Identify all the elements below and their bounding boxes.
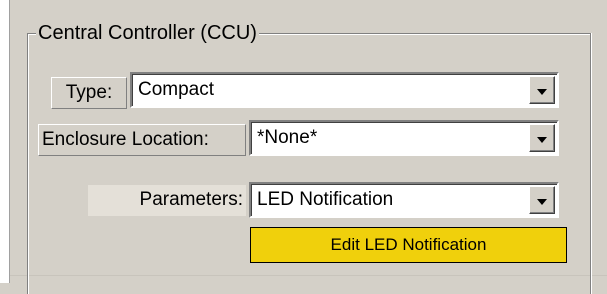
enclosure-location-label: Enclosure Location: — [38, 124, 246, 156]
left-panel-edge — [0, 0, 9, 283]
enclosure-location-combobox[interactable]: *None* — [249, 120, 559, 156]
chevron-down-icon — [537, 199, 547, 205]
chevron-down-icon — [537, 137, 547, 143]
edit-led-notification-button[interactable]: Edit LED Notification — [250, 227, 567, 263]
type-combobox[interactable]: Compact — [130, 72, 559, 108]
parameters-label-text: Parameters: — [139, 189, 243, 210]
type-combobox-value: Compact — [138, 79, 215, 100]
type-dropdown-button[interactable] — [529, 76, 555, 104]
parameters-combobox-value: LED Notification — [257, 189, 394, 210]
panel-divider — [9, 0, 10, 283]
type-label-text: Type: — [65, 82, 113, 103]
parameters-label: Parameters: — [88, 185, 246, 216]
parameters-combobox[interactable]: LED Notification — [249, 182, 559, 218]
enclosure-location-label-text: Enclosure Location: — [42, 129, 209, 150]
enclosure-location-combobox-value: *None* — [257, 127, 318, 148]
chevron-down-icon — [537, 89, 547, 95]
type-label: Type: — [51, 77, 127, 109]
enclosure-location-dropdown-button[interactable] — [529, 124, 555, 152]
groupbox-title: Central Controller (CCU) — [36, 21, 259, 45]
parameters-dropdown-button[interactable] — [529, 186, 555, 214]
